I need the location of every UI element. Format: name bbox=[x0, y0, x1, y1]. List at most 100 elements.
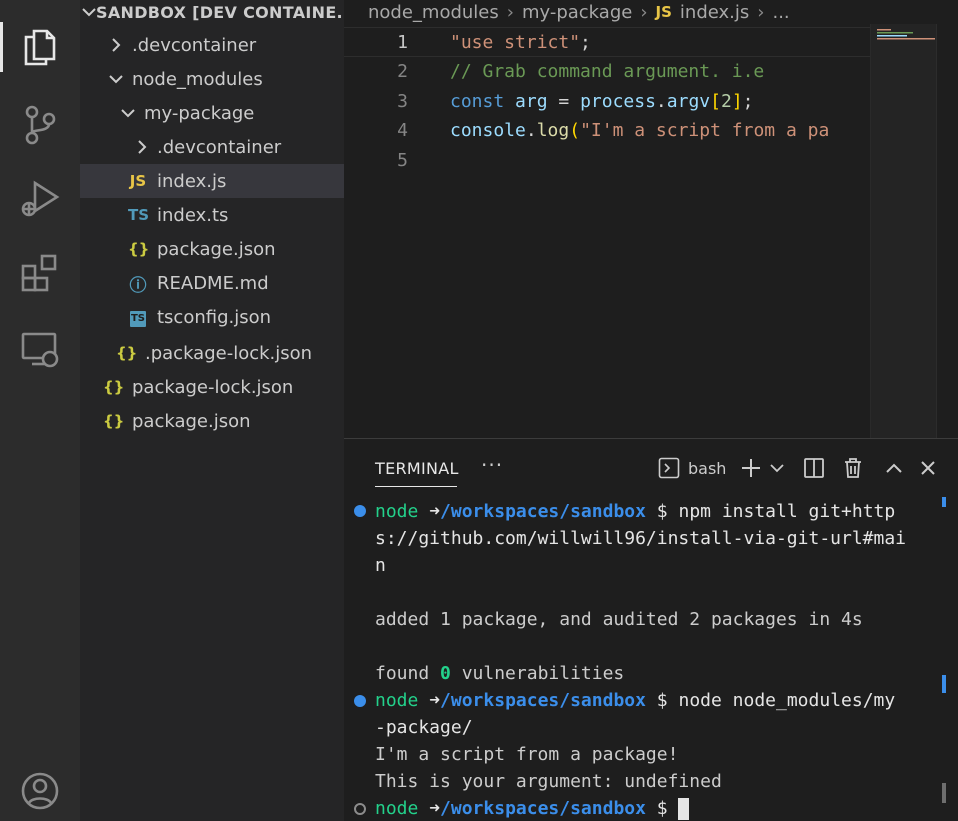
terminal-line: s://github.com/willwill96/install-via-gi… bbox=[375, 528, 907, 549]
remote-explorer-icon[interactable] bbox=[0, 316, 80, 382]
chevron-right-icon bbox=[132, 140, 152, 154]
breadcrumb: node_modules › my-package › JS index.js … bbox=[368, 0, 790, 24]
terminal-line: node ➜/workspaces/sandbox $ node node_mo… bbox=[375, 690, 896, 711]
terminal-scrollbar-thumb[interactable] bbox=[942, 783, 946, 803]
terminal-line: This is your argument: undefined bbox=[375, 771, 722, 792]
terminal-line: found 0 vulnerabilities bbox=[375, 663, 625, 684]
plus-icon[interactable] bbox=[740, 455, 762, 481]
chevron-down-icon bbox=[106, 74, 126, 84]
code-line[interactable]: 5 bbox=[344, 145, 870, 175]
account-icon[interactable] bbox=[0, 758, 80, 821]
terminal-icon bbox=[658, 457, 680, 479]
code-text: console.log("I'm a script from a pa bbox=[450, 119, 830, 141]
tsconfig-file-icon: TS bbox=[128, 307, 148, 327]
code-line[interactable]: 1 "use strict"; bbox=[344, 27, 870, 57]
tree-item-label: .devcontainer bbox=[132, 34, 257, 56]
chevron-right-icon bbox=[106, 38, 126, 52]
terminal-line: I'm a script from a package! bbox=[375, 744, 679, 765]
code-line[interactable]: 4 console.log("I'm a script from a pa bbox=[344, 115, 870, 145]
ts-file-icon: TS bbox=[128, 206, 150, 224]
chevron-down-icon[interactable] bbox=[768, 455, 786, 481]
line-number: 3 bbox=[397, 90, 408, 112]
json-file-icon: {} bbox=[103, 378, 125, 396]
json-file-icon: {} bbox=[116, 344, 138, 362]
line-number: 2 bbox=[397, 60, 408, 82]
more-actions-icon[interactable]: ··· bbox=[481, 453, 503, 477]
tree-item-label: .package-lock.json bbox=[145, 342, 313, 364]
shell-label: bash bbox=[688, 458, 727, 478]
explorer-title: SANDBOX [DEV CONTAINE... bbox=[96, 2, 344, 22]
chevron-up-icon[interactable] bbox=[884, 455, 904, 481]
json-file-icon: {} bbox=[128, 240, 150, 258]
command-pending-decoration[interactable] bbox=[354, 803, 366, 815]
tree-item-readme[interactable]: ⓘ README.md bbox=[80, 266, 344, 300]
terminal-line: -package/ bbox=[375, 717, 473, 738]
tree-item-dot-package-lock[interactable]: {} .package-lock.json bbox=[80, 336, 344, 370]
command-success-decoration[interactable] bbox=[354, 505, 366, 517]
js-file-icon: JS bbox=[129, 172, 147, 190]
tree-item-label: package.json bbox=[157, 238, 276, 260]
tree-item-tsconfig[interactable]: TS tsconfig.json bbox=[80, 300, 344, 334]
tree-item-label: package.json bbox=[132, 410, 251, 432]
breadcrumb-node-modules[interactable]: node_modules bbox=[368, 2, 499, 23]
tree-item-index-ts[interactable]: TS index.ts bbox=[80, 198, 344, 232]
terminal-cursor bbox=[678, 797, 690, 820]
tree-item-label: node_modules bbox=[132, 68, 263, 90]
minimap[interactable] bbox=[870, 24, 937, 438]
explorer-header[interactable]: SANDBOX [DEV CONTAINE... bbox=[80, 0, 344, 24]
activity-bar bbox=[0, 0, 80, 821]
line-number: 5 bbox=[397, 149, 408, 171]
tree-item-label: README.md bbox=[157, 272, 269, 294]
tree-item-node-modules[interactable]: node_modules bbox=[80, 62, 344, 96]
tree-item-label: .devcontainer bbox=[157, 136, 282, 158]
tree-item-devcontainer[interactable]: .devcontainer bbox=[80, 28, 344, 62]
command-success-decoration[interactable] bbox=[354, 695, 366, 707]
active-tab-indicator bbox=[375, 486, 457, 487]
tree-item-label: index.ts bbox=[157, 204, 229, 226]
explorer-icon[interactable] bbox=[0, 14, 80, 80]
code-text: "use strict"; bbox=[450, 31, 591, 53]
minimap-preview bbox=[877, 29, 935, 40]
code-editor[interactable]: node_modules › my-package › JS index.js … bbox=[344, 0, 958, 438]
line-number: 4 bbox=[397, 119, 408, 141]
chevron-down-icon bbox=[118, 108, 138, 118]
tree-item-index-js[interactable]: JS index.js bbox=[80, 164, 344, 198]
editor-scrollbar[interactable] bbox=[936, 24, 958, 438]
line-number: 1 bbox=[397, 31, 408, 53]
code-text: const arg = process.argv[2]; bbox=[450, 90, 754, 112]
tree-item-my-package[interactable]: my-package bbox=[80, 96, 344, 130]
source-control-icon[interactable] bbox=[0, 92, 80, 158]
info-file-icon: ⓘ bbox=[129, 275, 147, 296]
code-text: // Grab command argument. i.e bbox=[450, 60, 765, 82]
tab-terminal[interactable]: TERMINAL bbox=[375, 459, 459, 478]
code-line[interactable]: 3 const arg = process.argv[2]; bbox=[344, 86, 870, 116]
code-line[interactable]: 2 // Grab command argument. i.e bbox=[344, 56, 870, 86]
tree-item-package-json[interactable]: {} package.json bbox=[80, 232, 344, 266]
js-file-icon: JS bbox=[655, 3, 672, 21]
extensions-icon[interactable] bbox=[0, 240, 80, 306]
tree-item-root-package-json[interactable]: {} package.json bbox=[80, 404, 344, 438]
tree-item-package-lock[interactable]: {} package-lock.json bbox=[80, 370, 344, 404]
explorer-sidebar: SANDBOX [DEV CONTAINE... .devcontainer n… bbox=[80, 0, 344, 821]
breadcrumb-index-js[interactable]: index.js bbox=[680, 2, 749, 23]
minimap-slider[interactable] bbox=[871, 24, 937, 438]
tree-item-label: index.js bbox=[157, 170, 227, 192]
tree-item-label: tsconfig.json bbox=[157, 306, 272, 328]
breadcrumb-my-package[interactable]: my-package bbox=[522, 2, 632, 23]
terminal-line: n bbox=[375, 555, 386, 576]
run-debug-icon[interactable] bbox=[0, 166, 80, 232]
scrollbar-marker bbox=[942, 497, 946, 507]
breadcrumb-more[interactable]: ... bbox=[772, 2, 789, 23]
scrollbar-marker bbox=[942, 675, 946, 693]
tree-item-label: package-lock.json bbox=[132, 376, 294, 398]
json-file-icon: {} bbox=[103, 412, 125, 430]
terminal-shell-selector[interactable]: bash bbox=[658, 455, 738, 481]
chevron-right-icon: › bbox=[640, 1, 648, 23]
tree-item-devcontainer-nested[interactable]: .devcontainer bbox=[80, 130, 344, 164]
terminal-input-line[interactable]: node ➜/workspaces/sandbox $ bbox=[375, 795, 935, 821]
chevron-right-icon: › bbox=[506, 1, 514, 23]
terminal-line: node ➜/workspaces/sandbox $ npm install … bbox=[375, 501, 896, 522]
close-icon[interactable] bbox=[918, 455, 938, 481]
trash-icon[interactable] bbox=[842, 455, 864, 481]
split-terminal-icon[interactable] bbox=[802, 455, 826, 481]
